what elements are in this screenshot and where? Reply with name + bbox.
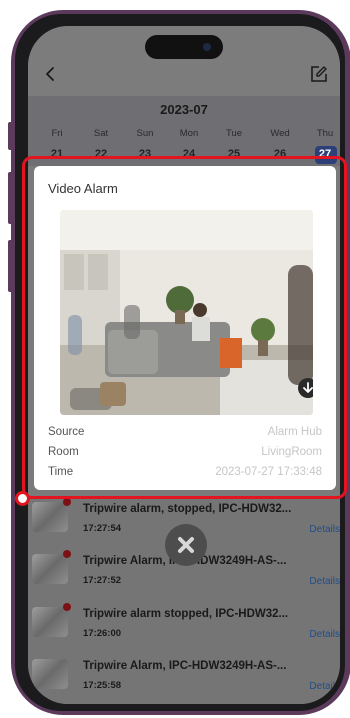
weekday-label: Thu xyxy=(316,128,334,139)
details-link[interactable]: Details xyxy=(309,629,340,640)
weekday-label: Sun xyxy=(136,128,154,139)
side-button xyxy=(8,240,14,292)
weekday-label: Mon xyxy=(179,128,199,139)
close-icon xyxy=(178,537,194,553)
room-value: LivingRoom xyxy=(261,446,322,458)
room-label: Room xyxy=(48,446,79,458)
details-link[interactable]: Details xyxy=(309,681,340,692)
weekday-label: Fri xyxy=(51,128,63,139)
edit-icon[interactable] xyxy=(310,65,328,83)
chevron-left-icon[interactable] xyxy=(42,66,58,82)
alarm-snapshot[interactable] xyxy=(60,210,313,415)
calendar-day[interactable]: 21 xyxy=(37,148,77,160)
video-alarm-card: Video Alarm Source Alarm Hub Room Living… xyxy=(34,166,336,490)
download-icon[interactable] xyxy=(298,378,313,398)
unread-dot xyxy=(63,498,71,506)
event-time: 17:27:54 xyxy=(83,523,122,534)
event-time: 17:25:58 xyxy=(83,680,122,691)
event-thumbnail xyxy=(32,659,68,689)
front-camera xyxy=(203,43,211,51)
event-title: Tripwire alarm, stopped, IPC-HDW32... xyxy=(83,503,292,515)
details-link[interactable]: Details xyxy=(309,576,340,587)
source-label: Source xyxy=(48,426,85,438)
side-button xyxy=(8,122,14,150)
event-thumbnail xyxy=(32,607,68,637)
time-value: 2023-07-27 17:33:48 xyxy=(215,466,322,478)
side-button xyxy=(8,172,14,224)
close-button[interactable] xyxy=(165,524,207,566)
unread-dot xyxy=(63,603,71,611)
event-title: Tripwire alarm stopped, IPC-HDW32... xyxy=(83,608,289,620)
calendar-day[interactable]: 23 xyxy=(125,148,165,160)
event-title: Tripwire Alarm, IPC-HDW3249H-AS-... xyxy=(83,555,287,567)
unread-dot xyxy=(63,550,71,558)
calendar-strip: 2023-07 Fri Sat Sun Mon Tue Wed Thu 21 2… xyxy=(28,96,340,166)
source-value: Alarm Hub xyxy=(267,426,322,438)
weekday-label: Tue xyxy=(225,128,243,139)
calendar-day-selected[interactable]: 27 xyxy=(305,148,340,160)
event-time: 17:27:52 xyxy=(83,575,122,586)
highlight-handle xyxy=(15,491,30,506)
event-time: 17:26:00 xyxy=(83,628,122,639)
calendar-day[interactable]: 22 xyxy=(81,148,121,160)
calendar-day[interactable]: 26 xyxy=(260,148,300,160)
event-thumbnail xyxy=(32,554,68,584)
event-item[interactable]: Tripwire Alarm, IPC-HDW3249H-AS-... 17:2… xyxy=(28,653,340,703)
calendar-day[interactable]: 24 xyxy=(169,148,209,160)
event-thumbnail xyxy=(32,502,68,532)
calendar-month: 2023-07 xyxy=(160,102,208,117)
card-title: Video Alarm xyxy=(48,181,118,196)
dynamic-island xyxy=(145,35,223,59)
living-room-image xyxy=(60,210,313,415)
weekday-label: Wed xyxy=(270,128,290,139)
event-item[interactable]: Tripwire alarm stopped, IPC-HDW32... 17:… xyxy=(28,601,340,651)
weekday-label: Sat xyxy=(93,128,109,139)
time-label: Time xyxy=(48,466,74,478)
details-link[interactable]: Details xyxy=(309,524,340,535)
event-title: Tripwire Alarm, IPC-HDW3249H-AS-... xyxy=(83,660,287,672)
calendar-day[interactable]: 25 xyxy=(214,148,254,160)
